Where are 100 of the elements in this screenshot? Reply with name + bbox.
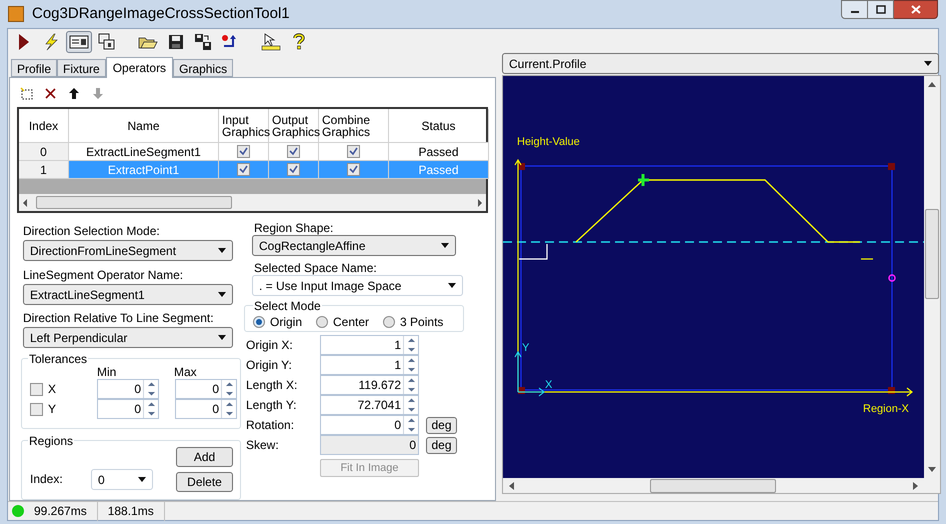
scrollbar-thumb[interactable] — [925, 209, 939, 299]
add-button[interactable]: Add — [176, 447, 233, 467]
run-triangle-icon — [18, 33, 30, 51]
checkbox[interactable] — [237, 145, 250, 158]
direction-mode-dropdown[interactable]: DirectionFromLineSegment — [23, 240, 233, 261]
field-label: Origin X: — [245, 337, 294, 354]
numeric-spin-field[interactable]: 1 — [320, 355, 419, 375]
checkbox[interactable] — [347, 163, 360, 176]
radio-option[interactable]: Origin — [253, 312, 302, 330]
table-row[interactable]: 0 ExtractLineSegment1 Passed — [19, 143, 486, 161]
scrollbar-thumb[interactable] — [650, 478, 776, 492]
close-icon — [910, 5, 920, 14]
min-spin-field[interactable]: 0 — [97, 379, 159, 399]
profile-segment — [519, 244, 548, 260]
direction-relative-dropdown[interactable]: Left Perpendicular — [23, 327, 233, 348]
tab[interactable]: Operators — [106, 57, 174, 78]
move-up-icon — [68, 86, 80, 100]
spin-buttons[interactable] — [221, 400, 236, 418]
scroll-right-icon[interactable] — [477, 198, 483, 206]
dropdown-arrow-icon — [218, 292, 226, 297]
move-down-icon — [92, 86, 104, 100]
field-label: Length Y: — [245, 397, 298, 414]
display-source-dropdown[interactable]: Current.Profile — [502, 53, 939, 74]
scroll-right-icon[interactable] — [913, 482, 918, 490]
scroll-left-icon[interactable] — [22, 198, 28, 206]
max-spin-field[interactable]: 0 — [175, 399, 237, 419]
field-label: Rotation: — [245, 417, 296, 434]
dropdown-arrow-icon — [441, 243, 449, 248]
spin-buttons[interactable] — [221, 380, 236, 398]
delete-icon — [44, 88, 56, 98]
numeric-spin-field[interactable]: 0 — [320, 415, 419, 435]
numeric-spin-field[interactable]: 1 — [320, 335, 419, 355]
numeric-spin-field[interactable]: 72.7041 — [320, 395, 419, 415]
spin-buttons[interactable] — [403, 416, 418, 434]
spin-buttons[interactable] — [403, 376, 418, 394]
spin-buttons[interactable] — [403, 336, 418, 354]
max-spin-field[interactable]: 0 — [175, 379, 237, 399]
maximize-button[interactable] — [868, 0, 894, 19]
scroll-down-icon[interactable] — [928, 467, 936, 472]
checkbox[interactable] — [347, 145, 360, 158]
lightning-icon — [43, 33, 59, 51]
field-label: Origin Y: — [245, 357, 293, 374]
floppy-disks-icon — [194, 33, 212, 51]
dropdown-arrow-icon — [448, 283, 456, 288]
column-label: Min — [97, 365, 118, 379]
region-shape-dropdown[interactable]: CogRectangleAffine — [252, 235, 456, 256]
checkbox[interactable] — [287, 163, 300, 176]
min-spin-field[interactable]: 0 — [97, 399, 159, 419]
checkbox-label: Y — [47, 401, 58, 418]
spin-buttons[interactable] — [143, 380, 158, 398]
table-cell: ExtractPoint1 — [69, 161, 219, 179]
radio-option[interactable]: 3 Points — [383, 312, 444, 330]
tab[interactable]: Fixture — [57, 59, 106, 77]
checkbox[interactable] — [237, 163, 250, 176]
rotation-handle — [888, 274, 896, 282]
unit-button[interactable]: deg — [426, 416, 457, 434]
field-label: Direction Relative To Line Segment: — [23, 310, 215, 325]
close-button[interactable] — [894, 0, 938, 19]
local-axes-arrows — [514, 350, 545, 397]
new-item-icon — [20, 86, 32, 100]
checkbox[interactable] — [30, 402, 43, 416]
field-label: Length X: — [245, 377, 298, 394]
space-name-dropdown[interactable]: . = Use Input Image Space — [252, 275, 463, 296]
index-dropdown[interactable]: 0 — [91, 469, 153, 490]
numeric-spin-field[interactable]: 119.672 — [320, 375, 419, 395]
table-row[interactable]: 1 ExtractPoint1 Passed — [19, 161, 486, 179]
operator-name-dropdown[interactable]: ExtractLineSegment1 — [23, 284, 233, 305]
scroll-up-icon[interactable] — [928, 82, 936, 87]
radio-option[interactable]: Center — [316, 312, 370, 330]
dropdown-arrow-icon — [218, 248, 226, 253]
spin-buttons[interactable] — [403, 396, 418, 414]
table-cell: Passed — [389, 161, 489, 179]
tab[interactable]: Profile — [11, 59, 58, 77]
scroll-left-icon[interactable] — [509, 482, 514, 490]
tab[interactable]: Graphics — [173, 59, 234, 77]
maximize-icon — [876, 5, 886, 14]
spin-buttons[interactable] — [403, 356, 418, 374]
dropdown-arrow-icon — [138, 477, 146, 482]
reset-arrow-icon — [221, 34, 239, 50]
dropdown-arrow-icon — [924, 61, 932, 66]
crosshair-marker — [636, 172, 650, 188]
toolbar-button[interactable] — [66, 31, 92, 53]
checkbox[interactable] — [30, 382, 43, 396]
row-index-cell: 1 — [19, 161, 69, 179]
delete-button[interactable]: Delete — [176, 472, 233, 492]
checkbox[interactable] — [287, 145, 300, 158]
table-cell: ExtractLineSegment1 — [69, 143, 219, 161]
timing-text: 188.1ms — [98, 502, 165, 520]
horizontal-scrollbar[interactable] — [19, 194, 486, 211]
field-label: Region Shape: — [253, 220, 334, 235]
scrollbar-thumb[interactable] — [36, 196, 232, 209]
field-label: Direction Selection Mode: — [23, 223, 161, 238]
field-label: Index: — [30, 471, 64, 488]
spin-buttons[interactable] — [143, 400, 158, 418]
column-label: Max — [174, 365, 197, 379]
axis-label: Height-Value — [517, 135, 580, 150]
axis-label: X — [545, 379, 552, 391]
minimize-button[interactable] — [841, 0, 868, 19]
dropdown-arrow-icon — [218, 335, 226, 340]
pointer-ruler-icon — [261, 33, 281, 51]
